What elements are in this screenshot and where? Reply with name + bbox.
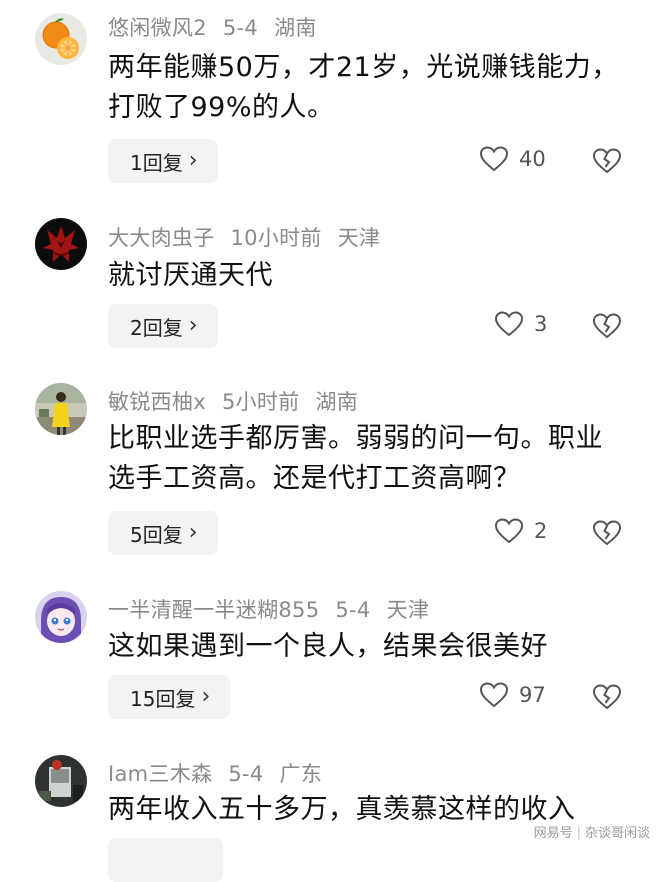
like-count: 3 bbox=[534, 312, 548, 336]
comment-time: 5-4 bbox=[335, 598, 371, 622]
comment-meta: 敏锐西柚x 5小时前 湖南 bbox=[108, 386, 374, 416]
watermark-source: 网易号 bbox=[533, 826, 573, 841]
like-count: 40 bbox=[519, 147, 546, 171]
comment-location: 天津 bbox=[386, 598, 430, 622]
comment-item: 悠闲微风2 5-4 湖南 两年能赚50万，才21岁，光说赚钱能力，打败了99%的人。… bbox=[0, 0, 660, 200]
chevron-right-icon: › bbox=[188, 147, 198, 173]
comment-text: 两年能赚50万，才21岁，光说赚钱能力，打败了99%的人。 bbox=[108, 52, 619, 123]
watermark: 网易号 | 杂谈哥闲谈 bbox=[534, 822, 650, 841]
person-photo-avatar-icon[interactable] bbox=[35, 383, 87, 435]
comment-time: 10小时前 bbox=[230, 226, 322, 250]
heart-icon bbox=[479, 682, 509, 708]
comment-location: 湖南 bbox=[315, 390, 359, 414]
username[interactable]: 悠闲微风2 bbox=[108, 16, 207, 40]
comment-meta: 悠闲微风2 5-4 湖南 bbox=[108, 12, 333, 42]
reply-button[interactable] bbox=[108, 838, 223, 882]
comment-time: 5-4 bbox=[228, 762, 264, 786]
chevron-right-icon: › bbox=[188, 519, 198, 545]
like-button[interactable]: 3 bbox=[494, 310, 547, 338]
comment-text: 比职业选手都厉害。弱弱的问一句。职业选手工资高。还是代打工资高啊？ bbox=[108, 423, 603, 494]
chevron-right-icon: › bbox=[188, 312, 198, 338]
chevron-right-icon: › bbox=[201, 683, 211, 709]
horde-emblem-avatar-icon[interactable] bbox=[35, 218, 87, 270]
username[interactable]: 大大肉虫子 bbox=[108, 226, 215, 250]
orange-avatar-icon[interactable] bbox=[35, 13, 87, 65]
comment-meta: Iam三木森 5-4 广东 bbox=[108, 758, 338, 788]
comment-location: 广东 bbox=[279, 762, 323, 786]
anime-girl-avatar-icon[interactable] bbox=[35, 591, 87, 643]
comment-time: 5小时前 bbox=[221, 390, 300, 414]
reply-button[interactable]: 15回复 › bbox=[108, 675, 231, 719]
broken-heart-icon[interactable] bbox=[592, 311, 622, 341]
heart-icon bbox=[494, 311, 524, 337]
reply-label: 2回复 bbox=[130, 315, 183, 340]
username[interactable]: 一半清醒一半迷糊855 bbox=[108, 598, 319, 622]
like-button[interactable]: 2 bbox=[494, 517, 547, 545]
comment-meta: 一半清醒一半迷糊855 5-4 天津 bbox=[108, 594, 445, 624]
heart-icon bbox=[479, 146, 509, 172]
broken-heart-icon[interactable] bbox=[592, 682, 622, 712]
like-button[interactable]: 97 bbox=[479, 681, 546, 709]
broken-heart-icon[interactable] bbox=[592, 518, 622, 548]
comment-time: 5-4 bbox=[222, 16, 259, 40]
like-count: 2 bbox=[534, 519, 548, 543]
comment-text: 就讨厌通天代 bbox=[108, 260, 273, 291]
broken-heart-icon[interactable] bbox=[592, 146, 622, 176]
dark-photo-avatar-icon[interactable] bbox=[35, 755, 87, 807]
watermark-divider: | bbox=[576, 826, 581, 841]
like-button[interactable]: 40 bbox=[479, 145, 546, 173]
heart-icon bbox=[494, 518, 524, 544]
reply-button[interactable]: 2回复 › bbox=[108, 304, 218, 348]
reply-label: 5回复 bbox=[130, 522, 183, 547]
reply-label: 1回复 bbox=[130, 150, 183, 175]
username[interactable]: Iam三木森 bbox=[108, 762, 212, 786]
comment-meta: 大大肉虫子 10小时前 天津 bbox=[108, 222, 396, 252]
comment-text: 这如果遇到一个良人，结果会很美好 bbox=[108, 631, 548, 662]
comment-location: 湖南 bbox=[274, 16, 317, 40]
watermark-author: 杂谈哥闲谈 bbox=[584, 826, 650, 841]
like-count: 97 bbox=[519, 683, 546, 707]
reply-button[interactable]: 5回复 › bbox=[108, 511, 218, 555]
comment-location: 天津 bbox=[337, 226, 381, 250]
username[interactable]: 敏锐西柚x bbox=[108, 390, 206, 414]
reply-button[interactable]: 1回复 › bbox=[108, 139, 218, 183]
reply-label: 15回复 bbox=[130, 686, 196, 711]
